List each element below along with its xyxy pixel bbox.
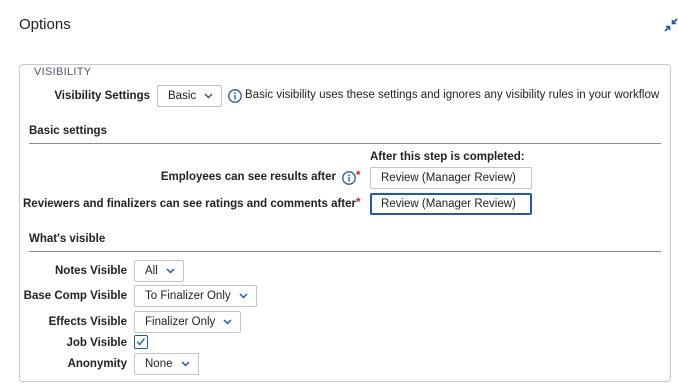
checkmark-icon [136, 338, 145, 346]
required-marker: * [356, 170, 361, 182]
job-visible-label: Job Visible [66, 337, 127, 349]
visibility-settings-select[interactable]: Basic [157, 85, 223, 107]
effects-visible-select[interactable]: Finalizer Only [134, 311, 242, 333]
chevron-down-icon [180, 361, 190, 367]
visibility-info-text: Basic visibility uses these settings and… [245, 89, 660, 101]
reviewers-step-select[interactable]: Review (Manager Review) [370, 193, 532, 215]
base-comp-visible-select[interactable]: To Finalizer Only [134, 285, 257, 307]
chevron-down-icon [204, 93, 213, 99]
notes-visible-label: Notes Visible [54, 265, 127, 277]
employees-step-select[interactable]: Review (Manager Review) [370, 167, 532, 189]
basic-settings-divider [29, 143, 661, 144]
whats-visible-title: What's visible [29, 233, 106, 245]
anonymity-select[interactable]: None [134, 353, 199, 375]
reviewers-step-value: Review (Manager Review) [381, 198, 516, 210]
base-comp-visible-value: To Finalizer Only [145, 290, 231, 302]
job-visible-checkbox[interactable] [134, 335, 148, 349]
visibility-fieldset [19, 64, 671, 382]
required-marker: * [356, 197, 361, 209]
visibility-legend: VISIBILITY [30, 66, 96, 78]
notes-visible-select[interactable]: All [134, 260, 184, 282]
info-icon[interactable] [342, 171, 356, 185]
collapse-arrows-icon[interactable] [664, 18, 678, 32]
reviewers-label: Reviewers and finalizers can see ratings… [23, 198, 356, 210]
base-comp-visible-label: Base Comp Visible [23, 290, 127, 302]
chevron-down-icon [166, 268, 175, 274]
visibility-settings-value: Basic [168, 90, 197, 102]
visibility-settings-label: Visibility Settings [54, 90, 150, 102]
chevron-down-icon [223, 319, 232, 325]
info-icon[interactable] [228, 89, 242, 103]
page-title: Options [19, 16, 71, 33]
employees-step-value: Review (Manager Review) [381, 172, 516, 184]
effects-visible-value: Finalizer Only [145, 316, 216, 328]
effects-visible-label: Effects Visible [48, 316, 127, 328]
anonymity-value: None [145, 358, 173, 370]
basic-settings-title: Basic settings [29, 125, 107, 137]
whats-visible-divider [29, 251, 661, 252]
after-step-label: After this step is completed: [370, 151, 525, 163]
anonymity-label: Anonymity [67, 358, 127, 370]
chevron-down-icon [239, 293, 248, 299]
employees-label: Employees can see results after [160, 171, 336, 183]
notes-visible-value: All [145, 265, 158, 277]
